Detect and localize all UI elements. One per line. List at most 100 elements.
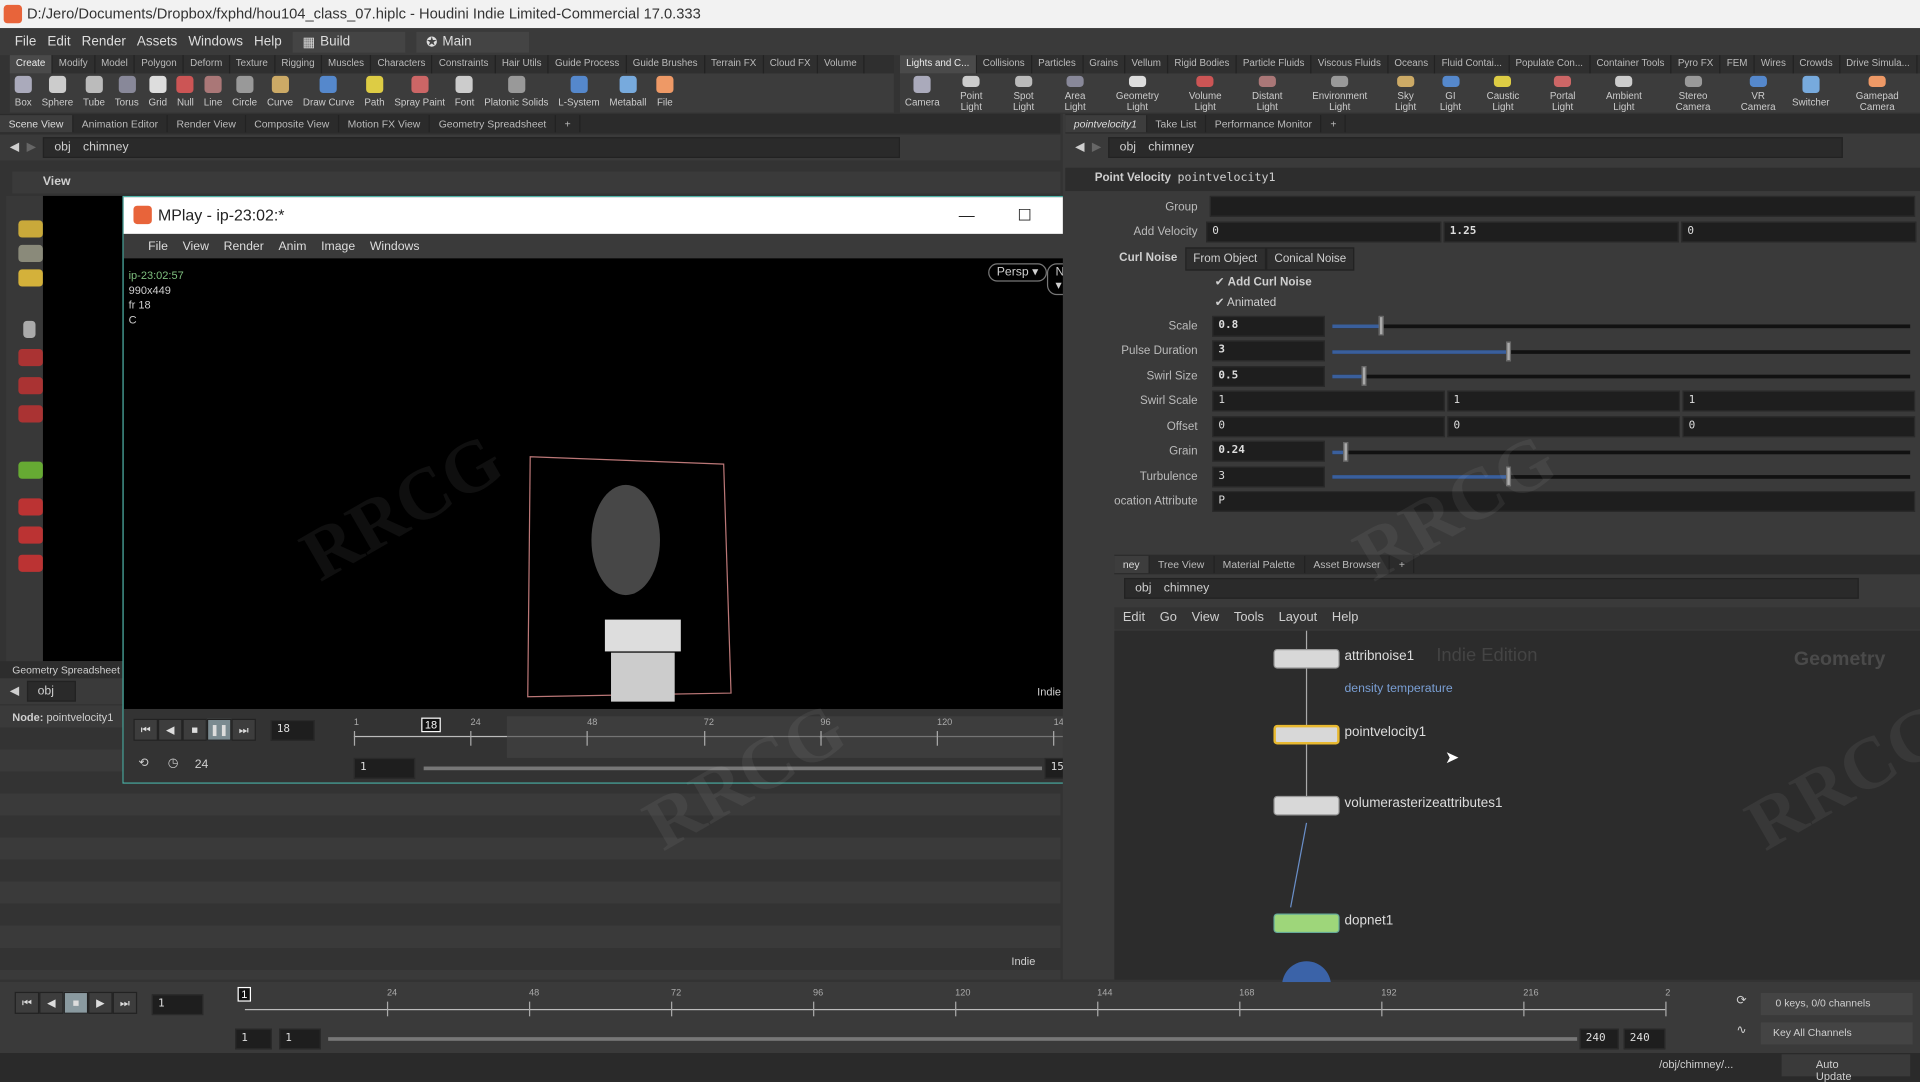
shelf-tool[interactable]: Geometry Light [1101, 73, 1174, 113]
shelf-tool[interactable]: Curve [262, 73, 298, 112]
subtab-conical-noise[interactable]: Conical Noise [1265, 247, 1355, 271]
tab-render-view[interactable]: Render View [168, 115, 246, 133]
shelf-tab[interactable]: Collisions [977, 55, 1033, 74]
shelf-tool[interactable]: L-System [553, 73, 604, 112]
node-dopnet1[interactable] [1273, 913, 1340, 934]
shelf-tab[interactable]: Pyro FX [1672, 55, 1721, 74]
shelf-tab[interactable]: Constraints [433, 55, 496, 74]
mplay-menu-view[interactable]: View [183, 239, 209, 252]
add-tab-button[interactable]: + [1322, 115, 1347, 133]
turbulence-slider[interactable] [1332, 466, 1911, 487]
swirl-size-field[interactable]: 0.5 [1212, 366, 1325, 387]
grain-slider[interactable] [1332, 442, 1911, 462]
shelf-tab[interactable]: Texture [230, 55, 276, 74]
crumb-obj[interactable]: obj [38, 684, 54, 697]
pause-button[interactable]: ❚❚ [206, 718, 232, 741]
play-reverse-button[interactable]: ◀ [39, 991, 64, 1014]
tab-geometry-spreadsheet[interactable]: Geometry Spreadsheet [430, 115, 557, 133]
end-frame-field[interactable]: 240 [1623, 1028, 1666, 1050]
fps-field[interactable]: 24 [195, 758, 209, 771]
shelf-tool[interactable]: Path [359, 73, 389, 112]
add-curl-noise-toggle[interactable]: ✔ Add Curl Noise [1215, 276, 1312, 289]
realtime-icon[interactable]: ◷ [168, 757, 179, 770]
snap-curve-icon[interactable] [18, 526, 43, 544]
tab-performance-monitor[interactable]: Performance Monitor [1206, 115, 1322, 133]
node-pointvelocity1[interactable] [1273, 724, 1340, 745]
shelf-tab[interactable]: Characters [371, 55, 433, 74]
shelf-tool[interactable]: Spot Light [998, 73, 1049, 113]
shelf-tool[interactable]: Box [10, 73, 37, 112]
shelf-tool[interactable]: Spray Paint [389, 73, 449, 112]
menu-edit[interactable]: Edit [47, 34, 70, 49]
shelf-tab[interactable]: Modify [53, 55, 95, 74]
start-frame-field[interactable]: 1 [235, 1028, 272, 1050]
range-start-field[interactable]: 1 [353, 757, 416, 779]
menu-assets[interactable]: Assets [137, 34, 177, 49]
swirl-size-slider[interactable] [1332, 366, 1911, 386]
shelf-tab[interactable]: Terrain FX [705, 55, 764, 74]
shelf-tool[interactable]: Line [199, 73, 227, 112]
net-menu-help[interactable]: Help [1332, 610, 1358, 627]
shelf-tool[interactable]: Draw Curve [298, 73, 360, 112]
persp-menu[interactable]: Persp ▾ [988, 263, 1047, 282]
net-menu-view[interactable]: View [1192, 610, 1220, 627]
scale-tool-icon[interactable] [18, 405, 43, 423]
shelf-tab[interactable]: Polygon [135, 55, 185, 74]
shelf-tab[interactable]: Oceans [1388, 55, 1436, 74]
menu-help[interactable]: Help [254, 34, 282, 49]
shelf-tab[interactable]: Guide Process [549, 55, 627, 74]
crumb-chimney[interactable]: chimney [1164, 582, 1210, 595]
menu-render[interactable]: Render [82, 34, 126, 49]
shelf-tab[interactable]: Wires [1755, 55, 1794, 74]
shelf-tab[interactable]: Vellum [1125, 55, 1169, 74]
pulse-duration-field[interactable]: 3 [1212, 340, 1325, 362]
shelf-tool[interactable]: Font [450, 73, 479, 112]
shelf-tool[interactable]: Ambient Light [1591, 73, 1657, 113]
swirl-scale-y[interactable]: 1 [1447, 390, 1681, 412]
mplay-menu-image[interactable]: Image [321, 239, 355, 252]
range-slider[interactable] [328, 1037, 1578, 1041]
shelf-tool[interactable]: Caustic Light [1471, 73, 1534, 113]
shelf-tab[interactable]: FEM [1721, 55, 1755, 74]
offset-y[interactable]: 0 [1447, 416, 1681, 438]
shelf-tab[interactable]: Grains [1083, 55, 1126, 74]
shelf-tab[interactable]: Cloud FX [764, 55, 818, 74]
shelf-tab[interactable]: Create [9, 55, 53, 74]
snap-grid-icon[interactable] [18, 498, 43, 516]
pulse-duration-slider[interactable] [1332, 341, 1911, 362]
shelf-tool[interactable]: Volume Light [1174, 73, 1237, 113]
slider-handle[interactable] [1505, 341, 1511, 362]
grain-field[interactable]: 0.24 [1212, 440, 1325, 462]
range-slider[interactable] [423, 766, 1043, 771]
menu-file[interactable]: File [15, 34, 37, 49]
crumb-obj[interactable]: obj [1120, 141, 1136, 154]
shelf-tab[interactable]: Muscles [322, 55, 372, 74]
snap-point-icon[interactable] [18, 554, 43, 572]
shelf-tool[interactable]: Camera [900, 73, 945, 112]
shelf-tool[interactable]: Switcher [1787, 73, 1834, 112]
tab-parameters[interactable]: pointvelocity1 [1065, 115, 1147, 133]
node-volumerasterizeattributes1[interactable] [1273, 795, 1340, 816]
animated-toggle[interactable]: ✔ Animated [1215, 296, 1277, 309]
shelf-tool[interactable]: Point Light [945, 73, 998, 113]
play-reverse-button[interactable]: ◀ [157, 718, 183, 741]
shelf-tab[interactable]: Model [95, 55, 136, 74]
slider-handle[interactable] [1361, 366, 1367, 386]
slider-handle[interactable] [1343, 442, 1349, 462]
shelf-tool[interactable]: Platonic Solids [479, 73, 553, 112]
subtab-from-object[interactable]: From Object [1184, 247, 1266, 271]
slider-handle[interactable] [1505, 466, 1511, 487]
shelf-tab[interactable]: Drive Simula... [1840, 55, 1918, 74]
crumb-chimney[interactable]: chimney [83, 141, 129, 154]
shelf-tab[interactable]: Lights and C... [900, 55, 977, 74]
swirl-scale-x[interactable]: 1 [1212, 390, 1445, 412]
subtab-curl-noise[interactable]: Curl Noise [1111, 247, 1185, 271]
mplay-timeline[interactable]: 18 1 24 48 72 96 120 144 [353, 716, 1114, 758]
turbulence-field[interactable]: 3 [1212, 466, 1325, 488]
node-attribnoise1[interactable] [1273, 648, 1340, 669]
tab-material-palette[interactable]: Material Palette [1214, 555, 1305, 574]
shelf-tab[interactable]: Rigid Bodies [1168, 55, 1237, 74]
play-button[interactable]: ▶ [88, 991, 113, 1014]
add-velocity-y[interactable]: 1.25 [1443, 221, 1679, 243]
component-mode-icon[interactable] [18, 244, 43, 263]
